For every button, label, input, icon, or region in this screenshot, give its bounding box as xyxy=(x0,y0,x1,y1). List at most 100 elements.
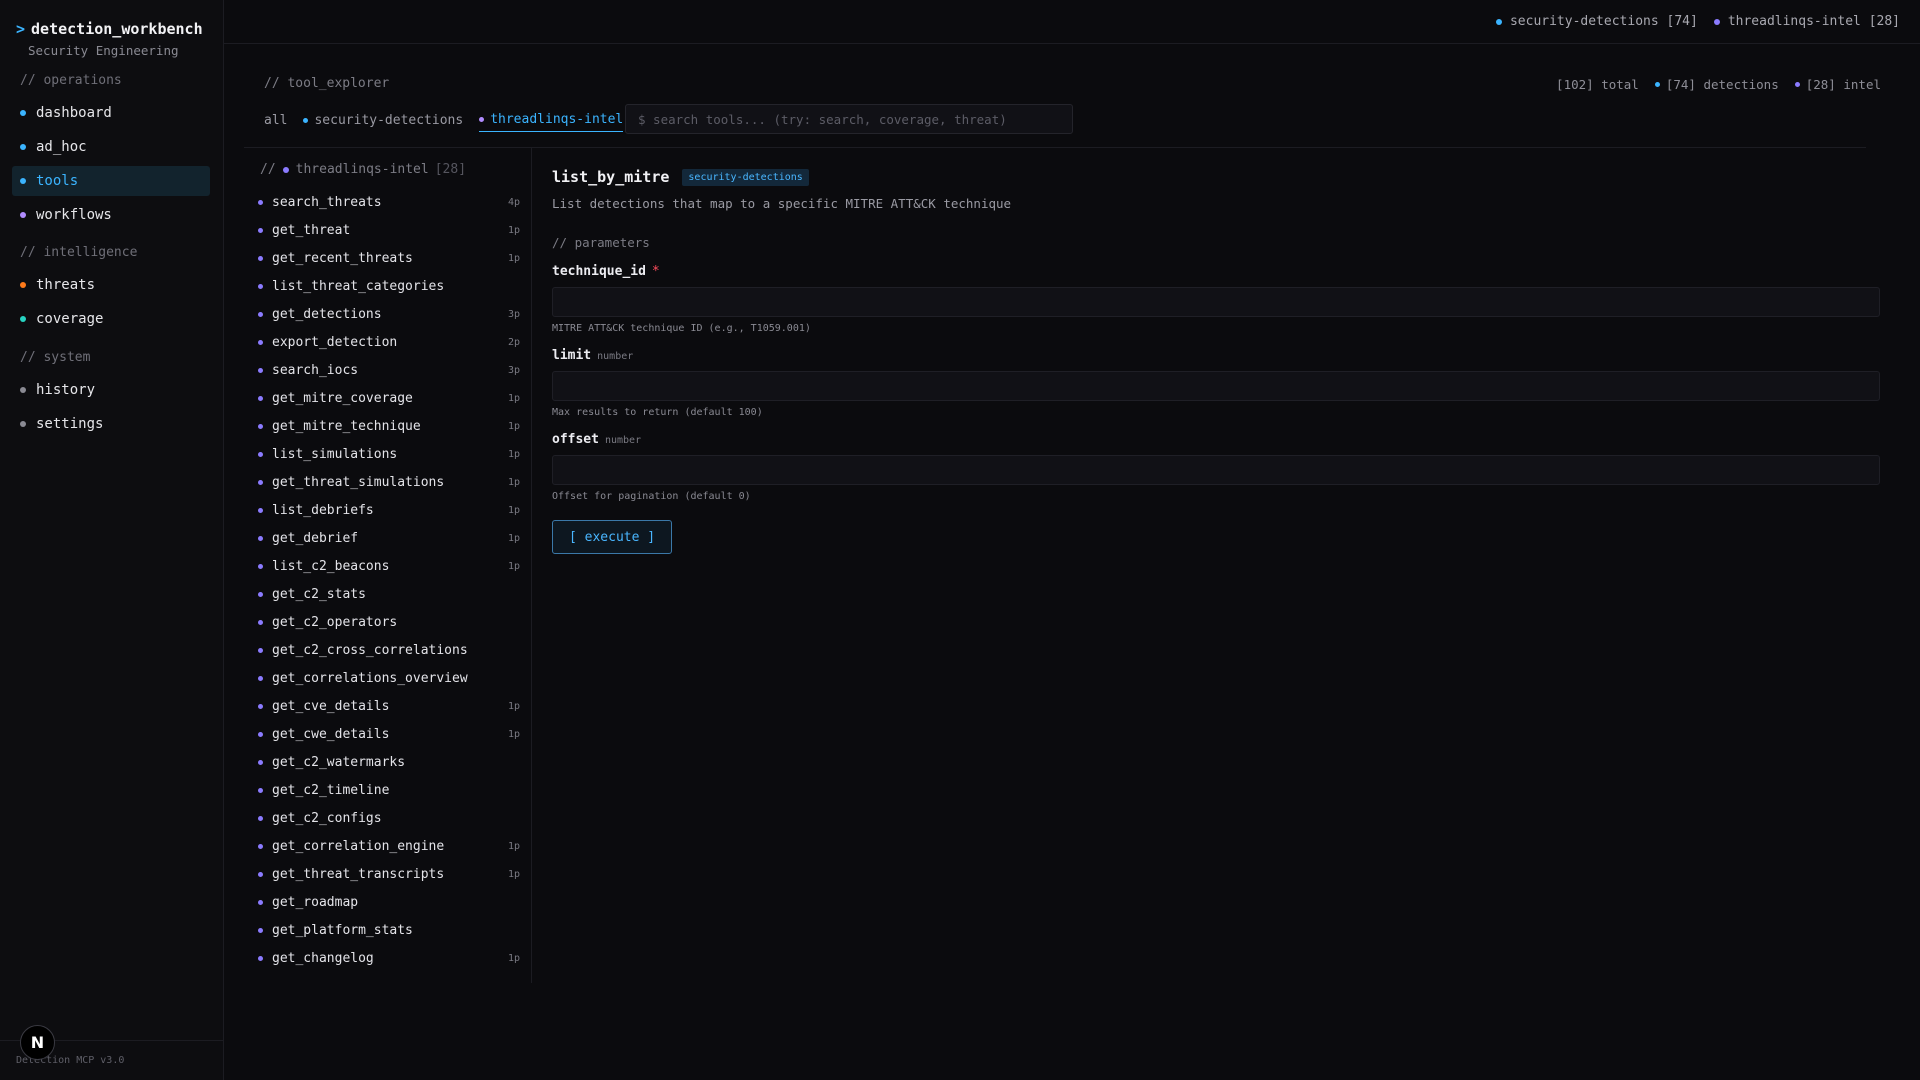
list-item[interactable]: get_cve_details 1p xyxy=(258,692,520,720)
tab-label: security-detections xyxy=(314,112,464,128)
status-dot-icon xyxy=(20,110,26,116)
tool-item-name: get_cwe_details xyxy=(272,726,390,742)
status-dot-icon xyxy=(258,311,263,317)
list-item[interactable]: get_c2_stats xyxy=(258,580,520,608)
sidebar-item-settings[interactable]: settings xyxy=(12,409,210,439)
tab-label: threadlinqs-intel xyxy=(490,112,624,127)
param-count: 1p xyxy=(507,700,520,712)
status-dot-icon xyxy=(258,899,263,905)
offset-field[interactable] xyxy=(552,455,1880,485)
param-technique-id: technique_id * MITRE ATT&CK technique ID… xyxy=(552,264,1880,334)
search-input[interactable] xyxy=(625,104,1073,134)
status-dot-icon xyxy=(258,759,263,765)
status-dot-icon xyxy=(258,255,263,261)
param-count: 1p xyxy=(507,560,520,572)
list-item[interactable]: get_platform_stats xyxy=(258,916,520,944)
status-dot-icon xyxy=(258,871,263,877)
tool-item-name: get_correlations_overview xyxy=(272,670,468,686)
list-item[interactable]: list_simulations 1p xyxy=(258,440,520,468)
list-item[interactable]: get_cwe_details 1p xyxy=(258,720,520,748)
param-count: 3p xyxy=(507,308,520,320)
stat-label: threadlinqs-intel [28] xyxy=(1727,14,1900,29)
stat-label: security-detections [74] xyxy=(1509,14,1698,29)
tool-item-name: search_threats xyxy=(272,194,382,210)
param-offset: offset number Offset for pagination (def… xyxy=(552,432,1880,502)
n-logo-icon[interactable]: N xyxy=(20,1025,55,1060)
status-dot-icon xyxy=(258,283,263,289)
tab-all[interactable]: all xyxy=(264,108,287,132)
comment-prefix: // xyxy=(260,162,276,177)
status-dot-icon xyxy=(258,955,263,961)
sidebar-item-tools[interactable]: tools xyxy=(12,166,210,196)
tool-item-name: get_c2_stats xyxy=(272,586,366,602)
list-item[interactable]: list_threat_categories xyxy=(258,272,520,300)
param-count: 1p xyxy=(507,840,520,852)
list-item[interactable]: export_detection 2p xyxy=(258,328,520,356)
status-dot-icon xyxy=(258,815,263,821)
list-item[interactable]: get_debrief 1p xyxy=(258,524,520,552)
status-dot-icon xyxy=(20,178,26,184)
status-dot-icon xyxy=(1654,82,1660,87)
app-subtitle: Security Engineering xyxy=(28,43,179,58)
nav-section-operations: // operations xyxy=(20,73,122,88)
tool-item-name: get_mitre_technique xyxy=(272,418,421,434)
execute-button[interactable]: [ execute ] xyxy=(552,520,673,554)
list-item[interactable]: get_c2_watermarks xyxy=(258,748,520,776)
tab-threadlinqs-intel[interactable]: threadlinqs-intel xyxy=(479,108,624,132)
tool-list-panel: // threadlinqs-intel [28] search_threats… xyxy=(244,148,532,983)
list-item[interactable]: get_c2_cross_correlations xyxy=(258,636,520,664)
list-item[interactable]: get_mitre_technique 1p xyxy=(258,412,520,440)
stat-label: [28] intel xyxy=(1805,77,1881,92)
tool-item-name: get_platform_stats xyxy=(272,922,413,938)
status-dot-icon xyxy=(258,619,263,625)
tool-item-name: get_roadmap xyxy=(272,894,359,910)
status-dot-icon xyxy=(1495,18,1502,25)
param-type: number xyxy=(597,351,634,362)
list-item[interactable]: search_threats 4p xyxy=(258,188,520,216)
sidebar-item-threats[interactable]: threats xyxy=(12,270,210,300)
status-dot-icon xyxy=(258,787,263,793)
list-item[interactable]: get_c2_operators xyxy=(258,608,520,636)
status-dot-icon xyxy=(20,387,26,393)
sidebar-item-label: settings xyxy=(36,416,104,432)
tool-list-header: // threadlinqs-intel [28] xyxy=(260,162,466,177)
param-label: limit number xyxy=(552,348,1880,363)
list-item[interactable]: get_correlations_overview xyxy=(258,664,520,692)
param-name: offset xyxy=(552,432,599,447)
technique-id-field[interactable] xyxy=(552,287,1880,317)
list-item[interactable]: get_threat_transcripts 1p xyxy=(258,860,520,888)
sidebar-item-coverage[interactable]: coverage xyxy=(12,304,210,334)
status-dot-icon xyxy=(20,212,26,218)
list-item[interactable]: get_recent_threats 1p xyxy=(258,244,520,272)
param-name: technique_id xyxy=(552,264,646,279)
status-dot-icon xyxy=(258,367,263,373)
app-title[interactable]: > detection_workbench xyxy=(16,20,203,38)
list-item[interactable]: get_c2_timeline xyxy=(258,776,520,804)
sidebar-item-ad-hoc[interactable]: ad_hoc xyxy=(12,132,210,162)
list-item[interactable]: get_roadmap xyxy=(258,888,520,916)
list-item[interactable]: get_c2_configs xyxy=(258,804,520,832)
list-item[interactable]: search_iocs 3p xyxy=(258,356,520,384)
sidebar-item-workflows[interactable]: workflows xyxy=(12,200,210,230)
tool-item-name: get_correlation_engine xyxy=(272,838,445,854)
param-count: 1p xyxy=(507,504,520,516)
param-hint: Offset for pagination (default 0) xyxy=(552,491,751,502)
sidebar-item-dashboard[interactable]: dashboard xyxy=(12,98,210,128)
list-item[interactable]: get_threat 1p xyxy=(258,216,520,244)
status-dot-icon xyxy=(258,227,263,233)
tool-item-name: get_threat_simulations xyxy=(272,474,445,490)
sidebar-item-history[interactable]: history xyxy=(12,375,210,405)
list-item[interactable]: get_mitre_coverage 1p xyxy=(258,384,520,412)
param-count: 1p xyxy=(507,476,520,488)
list-item[interactable]: get_threat_simulations 1p xyxy=(258,468,520,496)
list-item[interactable]: get_changelog 1p xyxy=(258,944,520,972)
limit-field[interactable] xyxy=(552,371,1880,401)
status-dot-icon xyxy=(258,479,263,485)
list-item[interactable]: get_detections 3p xyxy=(258,300,520,328)
list-item[interactable]: list_debriefs 1p xyxy=(258,496,520,524)
section-title: // tool_explorer xyxy=(264,76,390,91)
tab-security-detections[interactable]: security-detections xyxy=(303,108,463,132)
topbar: security-detections [74] threadlinqs-int… xyxy=(224,0,1920,44)
list-item[interactable]: get_correlation_engine 1p xyxy=(258,832,520,860)
list-item[interactable]: list_c2_beacons 1p xyxy=(258,552,520,580)
